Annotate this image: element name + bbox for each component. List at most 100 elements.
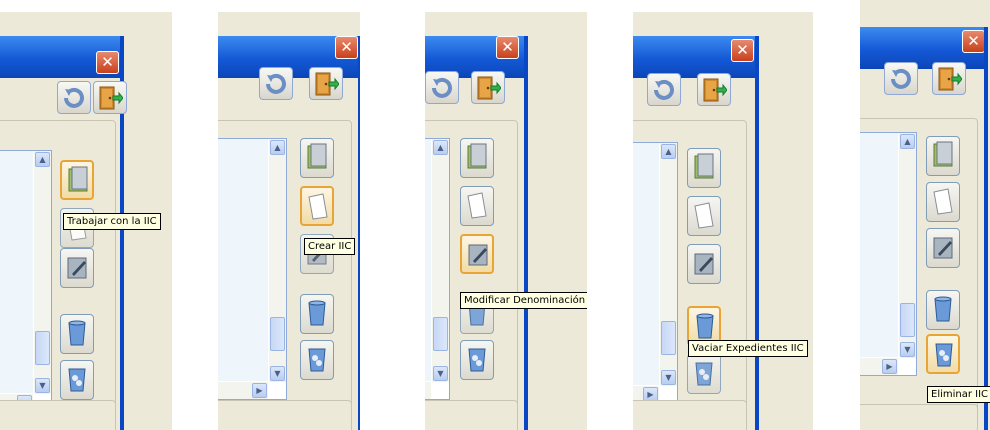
refresh-button[interactable] [259,67,293,100]
crear-icon [694,202,714,229]
modificar-button[interactable] [460,234,494,274]
trabajar-button[interactable] [300,138,334,178]
tooltip: Vaciar Expedientes IIC [688,340,808,357]
modificar-button[interactable] [687,244,721,284]
tooltip: Modificar Denominación [460,292,587,309]
horizontal-scrollbar[interactable]: ▶ [860,358,898,375]
scroll-thumb[interactable] [661,321,676,355]
scroll-down-button[interactable]: ▼ [661,370,676,385]
refresh-button[interactable] [57,81,91,114]
crear-button[interactable] [687,196,721,236]
vertical-scrollbar[interactable]: ▲ ▼ [432,139,449,382]
exit-button[interactable] [93,81,127,114]
record-list[interactable]: ▲ ▼ ▶ [633,142,678,404]
list-area[interactable] [425,139,431,381]
vertical-scrollbar[interactable]: ▲ ▼ [899,133,916,358]
eliminar-button[interactable] [300,340,334,380]
crear-button[interactable] [926,182,960,222]
scroll-right-button[interactable]: ▶ [252,383,267,398]
scroll-down-button[interactable]: ▼ [270,366,285,381]
modificar-icon [468,244,488,266]
crear-icon [933,188,953,215]
scroll-up-button[interactable]: ▲ [35,152,50,167]
exit-button[interactable] [932,62,966,95]
scroll-thumb[interactable] [433,317,448,351]
scroll-up-button[interactable]: ▲ [661,144,676,159]
trabajar-button[interactable] [926,136,960,176]
close-button[interactable]: ✕ [335,36,358,59]
scroll-up-button[interactable]: ▲ [433,140,448,155]
trabajar-button[interactable] [687,148,721,188]
vaciar-button[interactable] [926,290,960,330]
list-area[interactable] [218,139,268,381]
window-border [524,36,528,430]
trabajar-button[interactable] [60,160,94,200]
modificar-button[interactable] [926,228,960,268]
status-box [425,400,518,430]
refresh-icon [891,68,911,89]
list-area[interactable] [633,143,659,385]
record-list[interactable]: ▲ ▼ [425,138,450,400]
trabajar-icon [694,153,714,179]
modificar-icon [933,237,953,259]
list-area[interactable] [0,151,33,393]
tooltip: Trabajar con la IIC [63,213,161,230]
scroll-down-button[interactable]: ▼ [35,378,50,393]
close-button[interactable]: ✕ [731,39,754,62]
record-list[interactable]: ▲ ▼ ▶ [0,150,52,412]
scroll-thumb[interactable] [900,303,915,337]
close-button[interactable]: ✕ [96,51,119,74]
exit-door-icon [315,72,339,96]
scroll-thumb[interactable] [270,317,285,351]
modificar-button[interactable] [60,248,94,288]
window-border [358,36,360,430]
exit-door-icon [703,78,727,102]
vertical-scrollbar[interactable]: ▲ ▼ [660,143,677,386]
eliminar-icon [695,362,713,386]
scroll-up-button[interactable]: ▲ [900,134,915,149]
exit-door-icon [99,86,123,110]
exit-button[interactable] [697,73,731,106]
exit-button[interactable] [471,71,505,104]
eliminar-button[interactable] [926,334,960,374]
eliminar-button[interactable] [60,360,94,400]
horizontal-scrollbar[interactable]: ▶ [218,382,268,399]
eliminar-icon [308,348,326,372]
record-list[interactable]: ▲ ▼ ▶ [860,132,917,376]
eliminar-button[interactable] [687,354,721,394]
refresh-button[interactable] [884,62,918,95]
exit-door-icon [938,67,962,91]
exit-button[interactable] [309,67,343,100]
close-button[interactable]: ✕ [496,36,519,59]
list-area[interactable] [860,133,898,357]
scroll-up-button[interactable]: ▲ [270,140,285,155]
modificar-icon [67,257,87,279]
vaciar-button[interactable] [60,314,94,354]
vertical-scrollbar[interactable]: ▲ ▼ [34,151,51,394]
trabajar-icon [467,143,487,169]
status-box [860,404,978,430]
horizontal-scrollbar[interactable] [425,382,431,399]
screenshot-frame-3: ✕ ▲ ▼ Modificar Denominación [425,12,587,430]
crear-icon [467,192,487,219]
vaciar-icon [68,320,86,346]
scroll-down-button[interactable]: ▼ [900,342,915,357]
scroll-right-button[interactable]: ▶ [882,359,897,374]
crear-button[interactable] [460,186,494,226]
refresh-button[interactable] [647,73,681,106]
screenshot-frame-2: ✕ ▲ ▼ ▶ Crear IIC [218,12,360,430]
vertical-scrollbar[interactable]: ▲ ▼ [269,139,286,382]
close-button[interactable]: ✕ [962,30,985,53]
record-list[interactable]: ▲ ▼ ▶ [218,138,287,400]
vaciar-button[interactable] [300,294,334,334]
exit-door-icon [477,76,501,100]
vaciar-icon [934,296,952,322]
scroll-down-button[interactable]: ▼ [433,366,448,381]
trabajar-icon [307,143,327,169]
trabajar-button[interactable] [460,138,494,178]
crear-icon [308,193,328,220]
crear-button[interactable] [300,186,334,226]
scroll-thumb[interactable] [35,331,50,365]
eliminar-button[interactable] [460,340,494,380]
refresh-button[interactable] [425,71,459,104]
